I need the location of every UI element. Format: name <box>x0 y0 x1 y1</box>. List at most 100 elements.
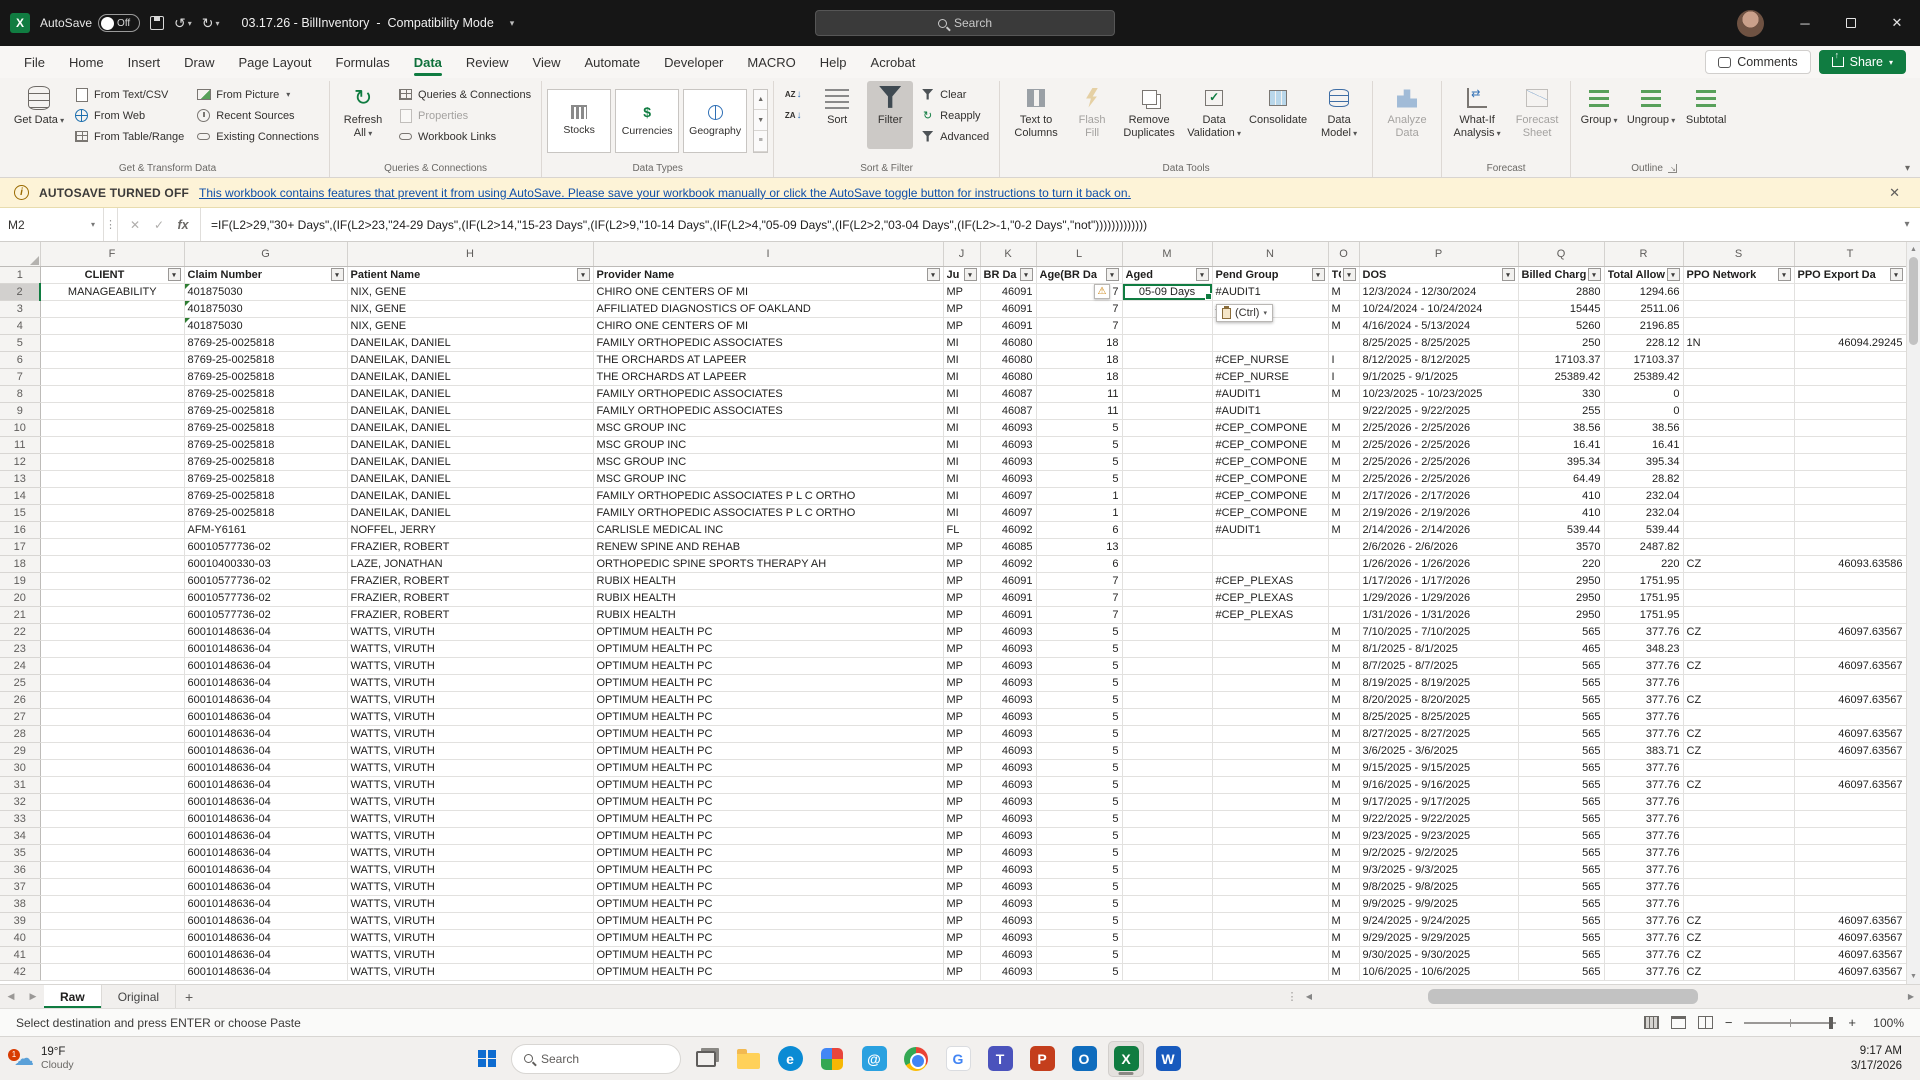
row-number-15[interactable]: 15 <box>0 504 40 521</box>
title-dropdown-caret[interactable]: ▾ <box>510 18 515 29</box>
cell[interactable]: 5 <box>1036 742 1122 759</box>
filter-dropdown-button[interactable] <box>1778 268 1791 281</box>
cell[interactable]: 539.44 <box>1518 521 1604 538</box>
cell[interactable] <box>40 895 184 912</box>
filter-dropdown-button[interactable] <box>1343 268 1356 281</box>
cell[interactable]: OPTIMUM HEALTH PC <box>593 793 943 810</box>
cell[interactable] <box>40 572 184 589</box>
cell[interactable]: 1 <box>1036 504 1122 521</box>
cell[interactable]: #CEP_COMPONE <box>1212 504 1328 521</box>
warning-close-button[interactable]: ✕ <box>1883 185 1906 201</box>
row-number-30[interactable]: 30 <box>0 759 40 776</box>
cell[interactable]: 46094.29245 <box>1794 334 1906 351</box>
cell[interactable]: THE ORCHARDS AT LAPEER <box>593 368 943 385</box>
cell[interactable]: 9/15/2025 - 9/15/2025 <box>1359 759 1518 776</box>
cell[interactable]: OPTIMUM HEALTH PC <box>593 725 943 742</box>
cell[interactable]: MI <box>943 402 980 419</box>
cell[interactable] <box>1122 453 1212 470</box>
header-cell[interactable]: PPO Network <box>1683 266 1794 283</box>
cell[interactable]: DANEILAK, DANIEL <box>347 470 593 487</box>
cell[interactable] <box>1794 759 1906 776</box>
header-cell[interactable]: Billed Charg <box>1518 266 1604 283</box>
cell[interactable]: 46091 <box>980 606 1036 623</box>
cell[interactable] <box>1122 708 1212 725</box>
cell[interactable]: WATTS, VIRUTH <box>347 674 593 691</box>
cell[interactable]: M <box>1328 521 1359 538</box>
cell[interactable]: NIX, GENE <box>347 300 593 317</box>
expand-formula-bar-button[interactable]: ▾ <box>1894 208 1920 241</box>
error-checking-button[interactable]: ⚠ <box>1094 284 1110 299</box>
user-avatar[interactable] <box>1737 10 1764 37</box>
taskbar-app-chrome[interactable] <box>898 1041 934 1077</box>
filter-dropdown-button[interactable] <box>331 268 344 281</box>
cell[interactable]: 565 <box>1518 946 1604 963</box>
remove-duplicates-button[interactable]: Remove Duplicates <box>1117 81 1181 149</box>
row-number-2[interactable]: 2 <box>0 283 40 300</box>
taskbar-app-word[interactable]: W <box>1150 1041 1186 1077</box>
cell[interactable]: 377.76 <box>1604 657 1683 674</box>
cell[interactable]: 8/19/2025 - 8/19/2025 <box>1359 674 1518 691</box>
cell[interactable]: 8769-25-0025818 <box>184 419 347 436</box>
cell[interactable] <box>1122 317 1212 334</box>
cell[interactable] <box>1212 623 1328 640</box>
row-number-22[interactable]: 22 <box>0 623 40 640</box>
cell[interactable]: 8/7/2025 - 8/7/2025 <box>1359 657 1518 674</box>
titlebar-search[interactable]: Search <box>815 10 1115 36</box>
menu-tab-page-layout[interactable]: Page Layout <box>229 51 322 74</box>
cell[interactable]: 9/2/2025 - 9/2/2025 <box>1359 844 1518 861</box>
save-button[interactable] <box>150 16 164 30</box>
cell[interactable]: 60010148636-04 <box>184 878 347 895</box>
cell[interactable] <box>1212 776 1328 793</box>
cell[interactable]: WATTS, VIRUTH <box>347 708 593 725</box>
insert-function-button[interactable]: fx <box>172 218 194 232</box>
sheet-nav-next[interactable]: ▶ <box>22 985 44 1008</box>
cell[interactable]: WATTS, VIRUTH <box>347 827 593 844</box>
cell[interactable]: FRAZIER, ROBERT <box>347 589 593 606</box>
cell[interactable] <box>1328 572 1359 589</box>
cell[interactable]: 5 <box>1036 674 1122 691</box>
row-number-10[interactable]: 10 <box>0 419 40 436</box>
cell[interactable] <box>1328 334 1359 351</box>
cell[interactable]: OPTIMUM HEALTH PC <box>593 895 943 912</box>
cell[interactable]: 565 <box>1518 657 1604 674</box>
cell[interactable]: 377.76 <box>1604 810 1683 827</box>
cell[interactable] <box>1212 708 1328 725</box>
cell[interactable]: 46093 <box>980 623 1036 640</box>
sort-button[interactable]: Sort <box>809 81 865 149</box>
cell[interactable]: 1/17/2026 - 1/17/2026 <box>1359 572 1518 589</box>
cell[interactable]: 8/1/2025 - 8/1/2025 <box>1359 640 1518 657</box>
cell[interactable]: 2511.06 <box>1604 300 1683 317</box>
filter-dropdown-button[interactable] <box>1502 268 1515 281</box>
get-data-button[interactable]: Get Data <box>11 81 67 149</box>
cell[interactable]: MP <box>943 776 980 793</box>
cell[interactable]: OPTIMUM HEALTH PC <box>593 691 943 708</box>
cell[interactable]: #AUDIT1 <box>1212 385 1328 402</box>
cell[interactable]: M <box>1328 708 1359 725</box>
cell[interactable] <box>1122 555 1212 572</box>
cell[interactable]: 6 <box>1036 555 1122 572</box>
cell[interactable] <box>1328 538 1359 555</box>
cell[interactable]: M <box>1328 623 1359 640</box>
cell[interactable]: 16.41 <box>1518 436 1604 453</box>
row-number-6[interactable]: 6 <box>0 351 40 368</box>
cell[interactable] <box>1794 351 1906 368</box>
cell[interactable]: 8769-25-0025818 <box>184 504 347 521</box>
cell[interactable] <box>1212 878 1328 895</box>
header-cell[interactable]: BR Da <box>980 266 1036 283</box>
cell[interactable]: 565 <box>1518 708 1604 725</box>
filter-dropdown-button[interactable] <box>964 268 977 281</box>
cell[interactable]: CZ <box>1683 691 1794 708</box>
cell[interactable] <box>1122 963 1212 980</box>
cell[interactable]: M <box>1328 946 1359 963</box>
row-number-25[interactable]: 25 <box>0 674 40 691</box>
row-number-11[interactable]: 11 <box>0 436 40 453</box>
cell[interactable]: WATTS, VIRUTH <box>347 810 593 827</box>
cell[interactable] <box>40 963 184 980</box>
cell[interactable]: WATTS, VIRUTH <box>347 878 593 895</box>
cell[interactable]: 60010148636-04 <box>184 674 347 691</box>
cell[interactable]: 46093 <box>980 827 1036 844</box>
cell[interactable]: 60010577736-02 <box>184 538 347 555</box>
cell[interactable]: 17103.37 <box>1518 351 1604 368</box>
cell[interactable]: 9/9/2025 - 9/9/2025 <box>1359 895 1518 912</box>
cell[interactable] <box>1683 283 1794 300</box>
